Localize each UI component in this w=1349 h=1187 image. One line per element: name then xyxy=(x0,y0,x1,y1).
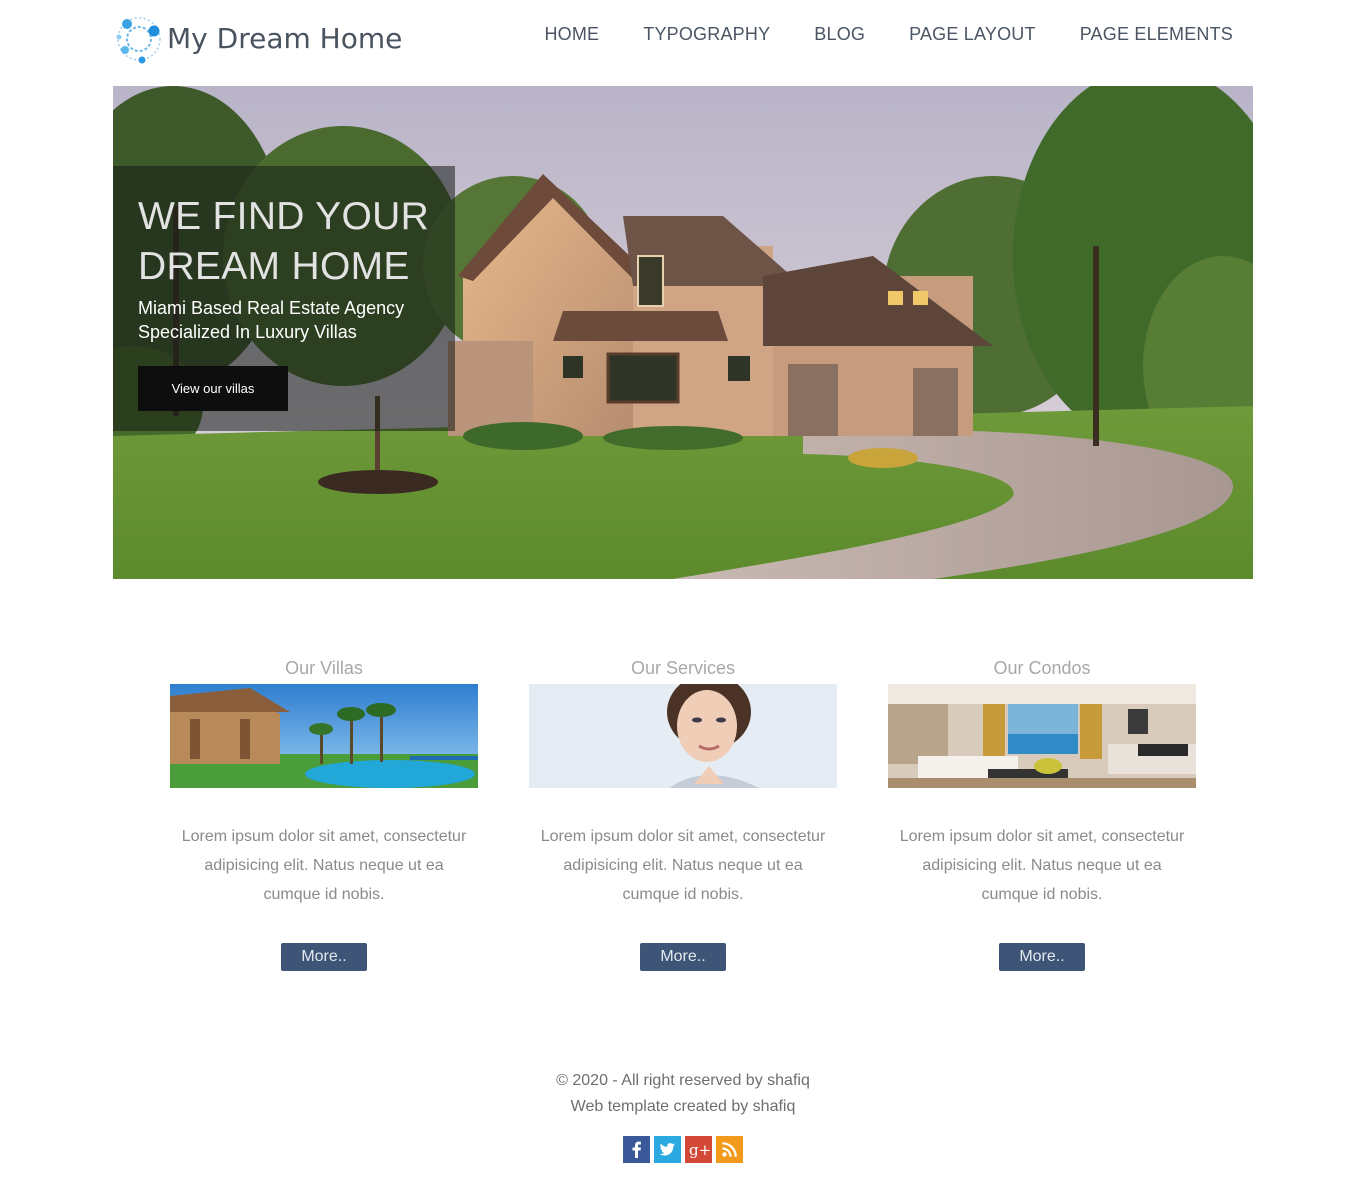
nav-blog[interactable]: BLOG xyxy=(814,24,865,45)
condo-interior-image xyxy=(888,684,1196,788)
hero-text-panel: WE FIND YOUR DREAM HOME Miami Based Real… xyxy=(113,166,455,431)
feature-title: Our Villas xyxy=(285,658,363,678)
view-villas-button[interactable]: View our villas xyxy=(138,366,288,411)
credit-text: Web template created by shafiq xyxy=(570,1098,796,1115)
hero-banner: WE FIND YOUR DREAM HOME Miami Based Real… xyxy=(113,86,1253,579)
hero-title: WE FIND YOUR DREAM HOME xyxy=(138,192,455,292)
nav-typography[interactable]: TYPOGRAPHY xyxy=(643,24,770,45)
feature-description: Lorem ipsum dolor sit amet, consectetur … xyxy=(540,828,826,903)
villas-more-button[interactable]: More.. xyxy=(281,943,367,971)
nav-home[interactable]: HOME xyxy=(544,24,599,45)
facebook-icon[interactable] xyxy=(623,1136,650,1163)
agent-portrait-image xyxy=(529,684,837,788)
social-links: g+ xyxy=(0,1136,1349,1163)
feature-description: Lorem ipsum dolor sit amet, consectetur … xyxy=(181,828,467,903)
site-footer: © 2020 - All right reserved by shafiq We… xyxy=(0,1068,1349,1163)
hero-subtitle: Miami Based Real Estate Agency Specializ… xyxy=(138,296,455,344)
logo-text: My Dream Home xyxy=(167,21,403,55)
nav-page-elements[interactable]: PAGE ELEMENTS xyxy=(1080,24,1233,45)
feature-villas: Our Villas Lorem ipsum dolor sit amet, c… xyxy=(170,656,478,971)
svg-text:g+: g+ xyxy=(689,1141,711,1159)
feature-title: Our Condos xyxy=(993,658,1091,678)
hero-title-line1: WE FIND YOUR xyxy=(138,195,430,238)
hero-subtitle-line1: Miami Based Real Estate Agency xyxy=(138,298,405,318)
feature-title: Our Services xyxy=(630,658,736,678)
services-more-button[interactable]: More.. xyxy=(640,943,726,971)
main-nav: HOME TYPOGRAPHY BLOG PAGE LAYOUT PAGE EL… xyxy=(544,24,1233,45)
twitter-icon[interactable] xyxy=(654,1136,681,1163)
feature-services: Our Services Lorem ipsum dolor sit amet,… xyxy=(529,656,837,971)
site-header: My Dream Home HOME TYPOGRAPHY BLOG PAGE … xyxy=(0,0,1349,80)
site-logo[interactable]: My Dream Home xyxy=(113,10,402,66)
feature-description: Lorem ipsum dolor sit amet, consectetur … xyxy=(899,828,1185,903)
feature-condos: Our Condos Lorem ipsum dolor sit amet, c… xyxy=(888,656,1196,971)
rss-icon[interactable] xyxy=(716,1136,743,1163)
logo-icon xyxy=(116,17,161,64)
google-plus-icon[interactable]: g+ xyxy=(685,1136,712,1163)
nav-page-layout[interactable]: PAGE LAYOUT xyxy=(909,24,1036,45)
hero-subtitle-line2: Specialized In Luxury Villas xyxy=(138,322,357,342)
copyright-text: © 2020 - All right reserved by shafiq xyxy=(556,1072,810,1089)
condos-more-button[interactable]: More.. xyxy=(999,943,1085,971)
villa-pool-image xyxy=(170,684,478,788)
hero-title-line2: DREAM HOME xyxy=(138,245,410,288)
